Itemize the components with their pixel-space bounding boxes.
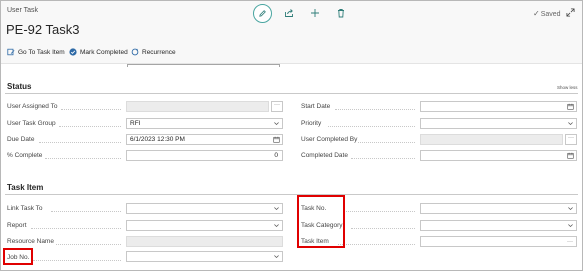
- highlight-task-fields: [297, 195, 345, 248]
- resource-name-field[interactable]: [126, 236, 283, 247]
- leader-dots: [351, 158, 415, 159]
- calendar-icon: [567, 152, 574, 159]
- leader-dots: [358, 142, 415, 143]
- mark-completed-button[interactable]: Mark Completed: [69, 48, 128, 56]
- user-assigned-to-field[interactable]: [126, 101, 269, 112]
- check-circle-icon: [69, 48, 77, 56]
- page-title: PE-92 Task3: [6, 22, 80, 37]
- link-task-to-label: Link Task To: [7, 205, 43, 212]
- leader-dots: [351, 228, 415, 229]
- chevron-down-icon: [274, 224, 279, 228]
- leader-dots: [33, 260, 121, 261]
- user-assigned-to-label: User Assigned To: [7, 103, 58, 110]
- user-completed-by-lookup-button[interactable]: ···: [565, 134, 577, 145]
- job-no-select[interactable]: [126, 251, 283, 262]
- completed-date-label: Completed Date: [301, 152, 348, 159]
- leader-dots: [39, 142, 121, 143]
- due-date-field[interactable]: 6/1/2023 12:30 PM: [126, 134, 283, 145]
- show-less-link[interactable]: Show less: [557, 85, 578, 90]
- user-assigned-to-lookup-button[interactable]: ···: [271, 101, 283, 112]
- recurrence-icon: [131, 48, 139, 56]
- more-icon: ···: [568, 135, 574, 141]
- task-item-section-title: Task Item: [7, 183, 44, 192]
- saved-label: Saved: [540, 11, 561, 18]
- chevron-down-icon: [568, 224, 573, 228]
- plus-icon: [311, 9, 319, 17]
- percent-complete-label: % Complete: [7, 152, 43, 159]
- task-category-select[interactable]: [420, 220, 577, 231]
- recurrence-button[interactable]: Recurrence: [131, 48, 176, 56]
- saved-status: ✓Saved: [533, 9, 561, 18]
- report-select[interactable]: [126, 220, 283, 231]
- link-task-to-select[interactable]: [126, 203, 283, 214]
- percent-complete-value: 0: [274, 152, 278, 159]
- task-no-select[interactable]: [420, 203, 577, 214]
- chevron-down-icon: [568, 122, 573, 126]
- expand-button[interactable]: [563, 5, 577, 19]
- chevron-down-icon: [274, 122, 279, 126]
- resource-name-label: Resource Name: [7, 238, 54, 245]
- calendar-icon: [273, 136, 280, 143]
- share-icon: [285, 9, 293, 17]
- field-edge-right: [279, 64, 280, 67]
- leader-dots: [335, 109, 415, 110]
- more-icon: ···: [567, 239, 573, 245]
- chevron-down-icon: [274, 255, 279, 259]
- check-icon: ✓: [533, 9, 540, 18]
- user-task-group-select[interactable]: RFI: [126, 118, 283, 129]
- user-completed-by-label: User Completed By: [301, 136, 358, 143]
- start-date-label: Start Date: [301, 103, 331, 110]
- go-to-task-item-button[interactable]: Go To Task Item: [7, 48, 65, 56]
- chevron-down-icon: [568, 207, 573, 211]
- chevron-down-icon: [274, 207, 279, 211]
- leader-dots: [346, 211, 415, 212]
- more-icon: ···: [274, 102, 280, 108]
- task-item-icon: [7, 48, 15, 56]
- priority-label: Priority: [301, 120, 322, 127]
- leader-dots: [45, 158, 121, 159]
- user-completed-by-field[interactable]: [420, 134, 563, 145]
- start-date-field[interactable]: [420, 101, 577, 112]
- highlight-job-no: [3, 248, 33, 265]
- trash-icon: [338, 9, 344, 18]
- calendar-icon: [567, 103, 574, 110]
- leader-dots: [61, 109, 121, 110]
- mark-completed-label: Mark Completed: [80, 48, 128, 56]
- field-edge-left: [127, 64, 128, 67]
- leader-dots: [56, 244, 121, 245]
- share-button[interactable]: [283, 7, 295, 19]
- expand-icon: [565, 7, 575, 17]
- completed-date-field[interactable]: [420, 150, 577, 161]
- status-section-divider: [5, 93, 578, 94]
- edit-button[interactable]: [253, 4, 272, 23]
- user-task-group-value: RFI: [130, 120, 141, 127]
- due-date-value: 6/1/2023 12:30 PM: [130, 136, 185, 143]
- due-date-label: Due Date: [7, 136, 35, 143]
- leader-dots: [51, 211, 121, 212]
- leader-dots: [59, 126, 121, 127]
- user-task-card: User Task PE-92 Task3 ✓Saved Go To Task …: [0, 0, 583, 271]
- pencil-icon: [259, 10, 266, 17]
- delete-button[interactable]: [335, 7, 347, 19]
- task-item-section-divider: [5, 194, 578, 195]
- leader-dots: [31, 228, 121, 229]
- leader-dots: [338, 244, 415, 245]
- go-to-task-item-label: Go To Task Item: [18, 48, 65, 56]
- report-label: Report: [7, 222, 27, 229]
- field-edge: [127, 64, 280, 65]
- leader-dots: [328, 126, 415, 127]
- priority-select[interactable]: [420, 118, 577, 129]
- task-item-field[interactable]: ···: [420, 236, 577, 247]
- breadcrumb: User Task: [7, 7, 38, 14]
- status-section-title: Status: [7, 82, 32, 91]
- new-button[interactable]: [309, 7, 321, 19]
- recurrence-label: Recurrence: [142, 48, 176, 56]
- user-task-group-label: User Task Group: [7, 120, 56, 127]
- percent-complete-field[interactable]: 0: [126, 150, 283, 161]
